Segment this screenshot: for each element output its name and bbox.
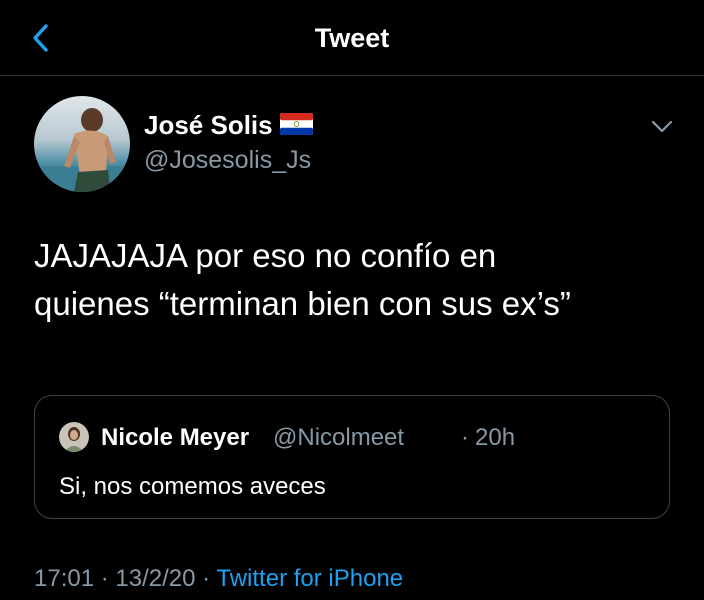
author-avatar[interactable]: [34, 96, 130, 192]
quoted-tweet[interactable]: Nicole Meyer @Nicolmeet · 20h Si, nos co…: [34, 395, 670, 519]
author-name[interactable]: José Solis: [144, 108, 273, 142]
paraguay-flag-icon: [280, 113, 313, 135]
quoted-author-handle: @Nicolmeet: [273, 424, 405, 451]
tweet-meta: 17:01 · 13/2/20 · Twitter for iPhone: [34, 563, 403, 595]
avatar-photo: [34, 96, 130, 192]
quoted-author-name: Nicole Meyer: [101, 424, 250, 451]
tweet-time: 17:01: [34, 565, 95, 592]
meta-separator: ·: [202, 565, 211, 592]
quoted-timestamp: 20h: [475, 424, 516, 451]
tweet-text-line: quienes “terminan bien con sus ex’s”: [34, 285, 571, 322]
quoted-avatar-photo: [59, 422, 89, 452]
quoted-author-avatar: [59, 422, 89, 452]
quoted-separator: ·: [461, 424, 469, 451]
top-bar: Tweet: [0, 0, 704, 76]
tweet-text: JAJAJAJA por eso no confío en quienes “t…: [34, 232, 674, 328]
page-title: Tweet: [314, 23, 390, 53]
tweet-source-link[interactable]: Twitter for iPhone: [216, 565, 403, 592]
tweet-date: 13/2/20: [115, 565, 196, 592]
quoted-tweet-text: Si, nos comemos aveces: [59, 473, 326, 500]
author-handle[interactable]: @Josesolis_Js: [144, 143, 311, 177]
meta-separator: ·: [100, 565, 109, 592]
tweet-text-line: JAJAJAJA por eso no confío en: [34, 237, 497, 274]
chevron-down-icon[interactable]: [648, 114, 676, 138]
